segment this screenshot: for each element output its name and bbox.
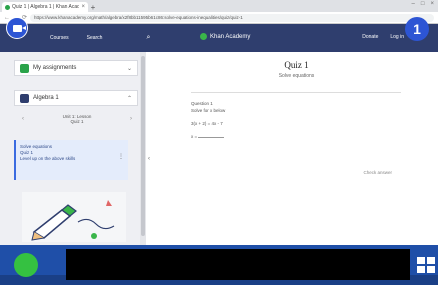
user-menu[interactable]: Log in [390,34,404,40]
redacted-area [66,249,410,280]
brand-name: Khan Academy [210,33,251,40]
browser-tabstrip: Quiz 1 | Algebra 1 | Khan Academy × + – … [0,0,438,12]
new-tab-button[interactable]: + [88,2,98,12]
chevron-up-icon: ⌃ [126,95,132,102]
courses-menu[interactable]: Courses [50,35,69,41]
answer-input[interactable] [198,133,225,138]
divider [191,92,401,93]
taskbar [0,245,438,285]
pencil-illustration-icon [22,192,126,242]
brand-logo[interactable]: Khan Academy [200,33,250,40]
step-number-badge: 1 [405,17,429,41]
unit-pager: ‹ Unit 1: Lesson Quiz 1 › [22,114,132,134]
search-icon[interactable]: ⌕ [146,34,150,42]
browser-toolbar: ← → ⟳ https://www.khanacademy.org/math/a… [0,12,438,24]
minimize-button[interactable]: – [412,1,415,7]
window-controls: – □ × [412,1,434,7]
khan-leaf-icon [200,33,207,40]
favicon-icon [5,4,10,10]
question-body: Question 1 Solve for x below 3(x + 2) = … [191,100,225,140]
donate-link[interactable]: Donate [362,34,378,40]
question-line: Solve for x below [191,108,226,113]
sidebar-item-label: My assignments [33,65,77,71]
close-window-button[interactable]: × [430,1,434,7]
sidebar-item-assignments[interactable]: My assignments ⌄ [14,60,138,76]
course-sidebar: My assignments ⌄ Algebra 1 ⌃ ‹ Unit 1: L… [0,52,146,245]
current-lesson-card[interactable]: Solve equations Quiz 1 Level up on the a… [14,140,128,180]
address-bar[interactable]: https://www.khanacademy.org/math/algebra… [30,13,434,22]
search-link[interactable]: Search [87,35,103,41]
unit-name: Quiz 1 [70,119,84,124]
sidebar-item-course[interactable]: Algebra 1 ⌃ [14,90,138,106]
quiz-subtitle: Solve equations [278,73,315,79]
collapse-sidebar-icon[interactable]: ‹ [148,156,150,162]
sidebar-scroll-thumb[interactable] [141,56,145,236]
next-unit-icon[interactable]: › [130,116,132,122]
sidebar-item-label: Algebra 1 [33,95,59,101]
prev-unit-icon[interactable]: ‹ [22,116,24,122]
header-left: Courses Search [50,35,102,41]
quiz-panel: Quiz 1 Solve equations Question 1 Solve … [155,52,438,245]
quiz-title: Quiz 1 [284,60,309,70]
more-options-icon[interactable]: ⋮ [118,154,124,160]
record-button[interactable] [14,253,38,277]
windows-logo-icon[interactable] [417,257,435,273]
app-header: Courses Search ⌕ Khan Academy Donate Log… [0,24,438,52]
header-right: Donate Log in [362,34,404,40]
card-subtitle: Level up on the above skills [20,156,76,161]
tab-close-icon[interactable]: × [81,4,85,10]
answer-label: x = [191,134,198,139]
assignments-icon [20,63,29,73]
video-camera-icon[interactable] [6,17,28,39]
browser-tab[interactable]: Quiz 1 | Algebra 1 | Khan Academy × [2,2,88,12]
check-answer-button[interactable]: Check answer [363,170,392,175]
tab-title: Quiz 1 | Algebra 1 | Khan Academy [12,4,80,10]
question-label: Question 1 [191,101,213,106]
chevron-down-icon: ⌄ [126,65,132,72]
equation-text: 3(x + 2) = 4x - 7 [191,121,223,126]
maximize-button[interactable]: □ [421,1,425,7]
course-icon [20,93,29,103]
